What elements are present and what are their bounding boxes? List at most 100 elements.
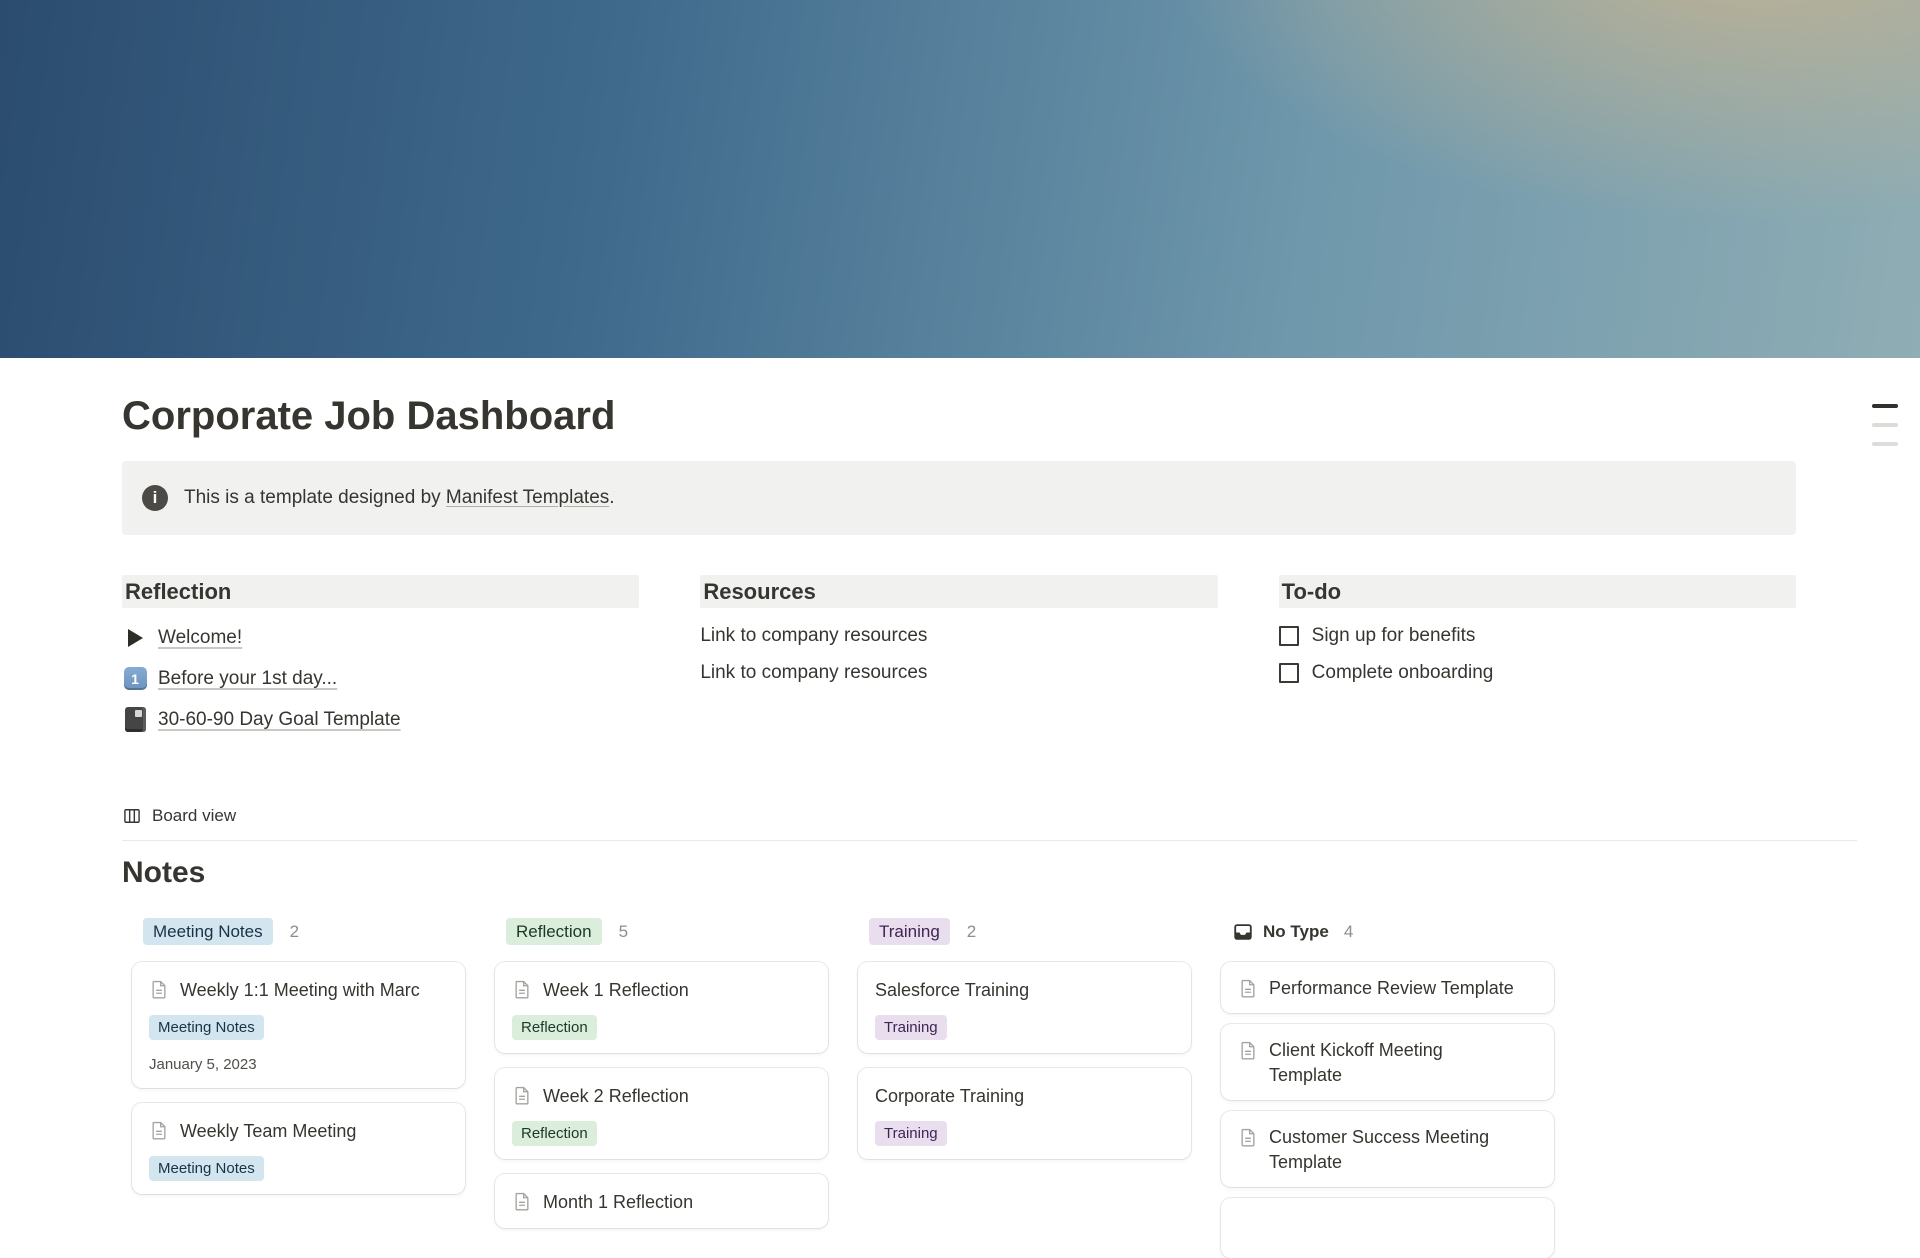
card-month-1-reflection[interactable]: Month 1 Reflection	[495, 1174, 828, 1228]
info-icon: i	[142, 485, 168, 511]
keycap-1-icon: 1	[124, 667, 147, 690]
page-icon	[1238, 1127, 1258, 1148]
toggle-triangle-icon[interactable]	[128, 629, 143, 647]
group-header-training[interactable]: Training 2	[869, 918, 1191, 945]
group-header-meeting-notes[interactable]: Meeting Notes 2	[143, 918, 465, 945]
card-tag: Training	[875, 1121, 947, 1146]
card-title: Corporate Training	[875, 1083, 1024, 1109]
callout-text-after: .	[609, 487, 614, 508]
group-pill: Reflection	[506, 918, 602, 945]
group-name: No Type	[1263, 922, 1329, 942]
card-title: Week 2 Reflection	[543, 1083, 689, 1109]
group-header-reflection[interactable]: Reflection 5	[506, 918, 828, 945]
toc-line-icon	[1872, 404, 1898, 408]
notebook-icon	[125, 707, 146, 732]
page-icon	[1238, 978, 1258, 999]
board-column-no-type: No Type 4 Performance Review Template	[1221, 918, 1554, 1258]
group-count: 2	[967, 922, 976, 942]
card-corporate-training[interactable]: Corporate Training Training	[858, 1068, 1191, 1159]
page-icon	[149, 1120, 169, 1141]
board-column-training: Training 2 Salesforce Training Training …	[858, 918, 1191, 1174]
card-customer-success-meeting-template[interactable]: Customer Success Meeting Template	[1221, 1111, 1554, 1187]
page-content: Corporate Job Dashboard i This is a temp…	[0, 391, 1920, 1258]
todo-list: Sign up for benefits Complete onboarding	[1279, 617, 1796, 691]
todo-item: Complete onboarding	[1279, 654, 1796, 691]
card-tag: Meeting Notes	[149, 1156, 264, 1181]
card-tag: Training	[875, 1015, 947, 1040]
page-icon	[1238, 1040, 1258, 1061]
todo-item: Sign up for benefits	[1279, 617, 1796, 654]
view-tabs: Board view	[122, 802, 1796, 830]
page-icon	[512, 1085, 532, 1106]
toc-indicator[interactable]	[1872, 404, 1898, 446]
before-first-day-row: 1 Before your 1st day...	[122, 658, 639, 699]
card-title: Customer Success Meeting Template	[1269, 1125, 1519, 1175]
card-partial[interactable]	[1221, 1198, 1554, 1258]
card-week-2-reflection[interactable]: Week 2 Reflection Reflection	[495, 1068, 828, 1159]
callout-text: This is a template designed by Manifest …	[184, 487, 615, 509]
page-icon	[149, 979, 169, 1000]
card-title: Salesforce Training	[875, 977, 1029, 1003]
card-salesforce-training[interactable]: Salesforce Training Training	[858, 962, 1191, 1053]
board-view-icon	[122, 806, 142, 826]
page-icon	[512, 979, 532, 1000]
welcome-link-row: Welcome!	[122, 617, 639, 658]
reflection-column: Reflection Welcome! 1 Before your 1st da…	[122, 575, 639, 740]
card-title: Month 1 Reflection	[543, 1189, 693, 1215]
group-count: 4	[1344, 922, 1353, 942]
card-tag: Reflection	[512, 1015, 597, 1040]
card-title: Performance Review Template	[1269, 976, 1514, 1001]
group-pill: Training	[869, 918, 950, 945]
card-title: Weekly 1:1 Meeting with Marc	[180, 977, 420, 1003]
card-tag: Reflection	[512, 1121, 597, 1146]
todo-label: Complete onboarding	[1312, 662, 1494, 684]
callout-text-before: This is a template designed by	[184, 487, 446, 508]
card-tag: Meeting Notes	[149, 1015, 264, 1040]
cover-image	[0, 0, 1920, 358]
board-view-tab[interactable]: Board view	[122, 806, 236, 826]
toc-line-icon	[1872, 442, 1898, 446]
resources-list: Link to company resources Link to compan…	[700, 617, 1217, 691]
reflection-heading: Reflection	[122, 575, 639, 608]
page-title[interactable]: Corporate Job Dashboard	[122, 391, 1796, 441]
checkbox-sign-up-for-benefits[interactable]	[1279, 626, 1299, 646]
card-title: Week 1 Reflection	[543, 977, 689, 1003]
card-performance-review-template[interactable]: Performance Review Template	[1221, 962, 1554, 1013]
resources-heading: Resources	[700, 575, 1217, 608]
group-pill: Meeting Notes	[143, 918, 273, 945]
welcome-page-link[interactable]: Welcome!	[158, 627, 242, 649]
todo-heading: To-do	[1279, 575, 1796, 608]
goal-template-page-link[interactable]: 30-60-90 Day Goal Template	[158, 709, 401, 731]
board-column-reflection: Reflection 5 Week 1 Reflection Reflect	[495, 918, 828, 1243]
card-client-kickoff-meeting-template[interactable]: Client Kickoff Meeting Template	[1221, 1024, 1554, 1100]
notion-page: Corporate Job Dashboard i This is a temp…	[0, 0, 1920, 1258]
checkbox-complete-onboarding[interactable]	[1279, 663, 1299, 683]
manifest-templates-link[interactable]: Manifest Templates	[446, 487, 609, 508]
page-icon	[512, 1191, 532, 1212]
card-date: January 5, 2023	[149, 1055, 448, 1075]
todo-column: To-do Sign up for benefits Complete onbo…	[1279, 575, 1796, 740]
group-count: 5	[619, 922, 628, 942]
group-header-no-type[interactable]: No Type 4	[1232, 918, 1554, 945]
top-columns: Reflection Welcome! 1 Before your 1st da…	[122, 575, 1796, 740]
inbox-icon	[1232, 921, 1254, 943]
reflection-links: Welcome! 1 Before your 1st day... 30-60-…	[122, 617, 639, 740]
resource-link-text: Link to company resources	[700, 617, 1217, 654]
board-view-label: Board view	[152, 806, 236, 826]
card-title: Client Kickoff Meeting Template	[1269, 1038, 1519, 1088]
before-first-day-page-link[interactable]: Before your 1st day...	[158, 668, 337, 690]
goal-template-row: 30-60-90 Day Goal Template	[122, 699, 639, 740]
toc-line-icon	[1872, 423, 1898, 427]
card-weekly-11-meeting[interactable]: Weekly 1:1 Meeting with Marc Meeting Not…	[132, 962, 465, 1088]
board-column-meeting-notes: Meeting Notes 2 Weekly 1:1 Meeting with …	[132, 918, 465, 1209]
divider	[122, 840, 1857, 841]
todo-label: Sign up for benefits	[1312, 625, 1476, 647]
card-week-1-reflection[interactable]: Week 1 Reflection Reflection	[495, 962, 828, 1053]
resources-column: Resources Link to company resources Link…	[700, 575, 1217, 740]
template-callout: i This is a template designed by Manifes…	[122, 461, 1796, 535]
group-count: 2	[290, 922, 299, 942]
card-weekly-team-meeting[interactable]: Weekly Team Meeting Meeting Notes	[132, 1103, 465, 1194]
board-title[interactable]: Notes	[122, 854, 1796, 891]
resource-link-text: Link to company resources	[700, 654, 1217, 691]
card-title: Weekly Team Meeting	[180, 1118, 356, 1144]
